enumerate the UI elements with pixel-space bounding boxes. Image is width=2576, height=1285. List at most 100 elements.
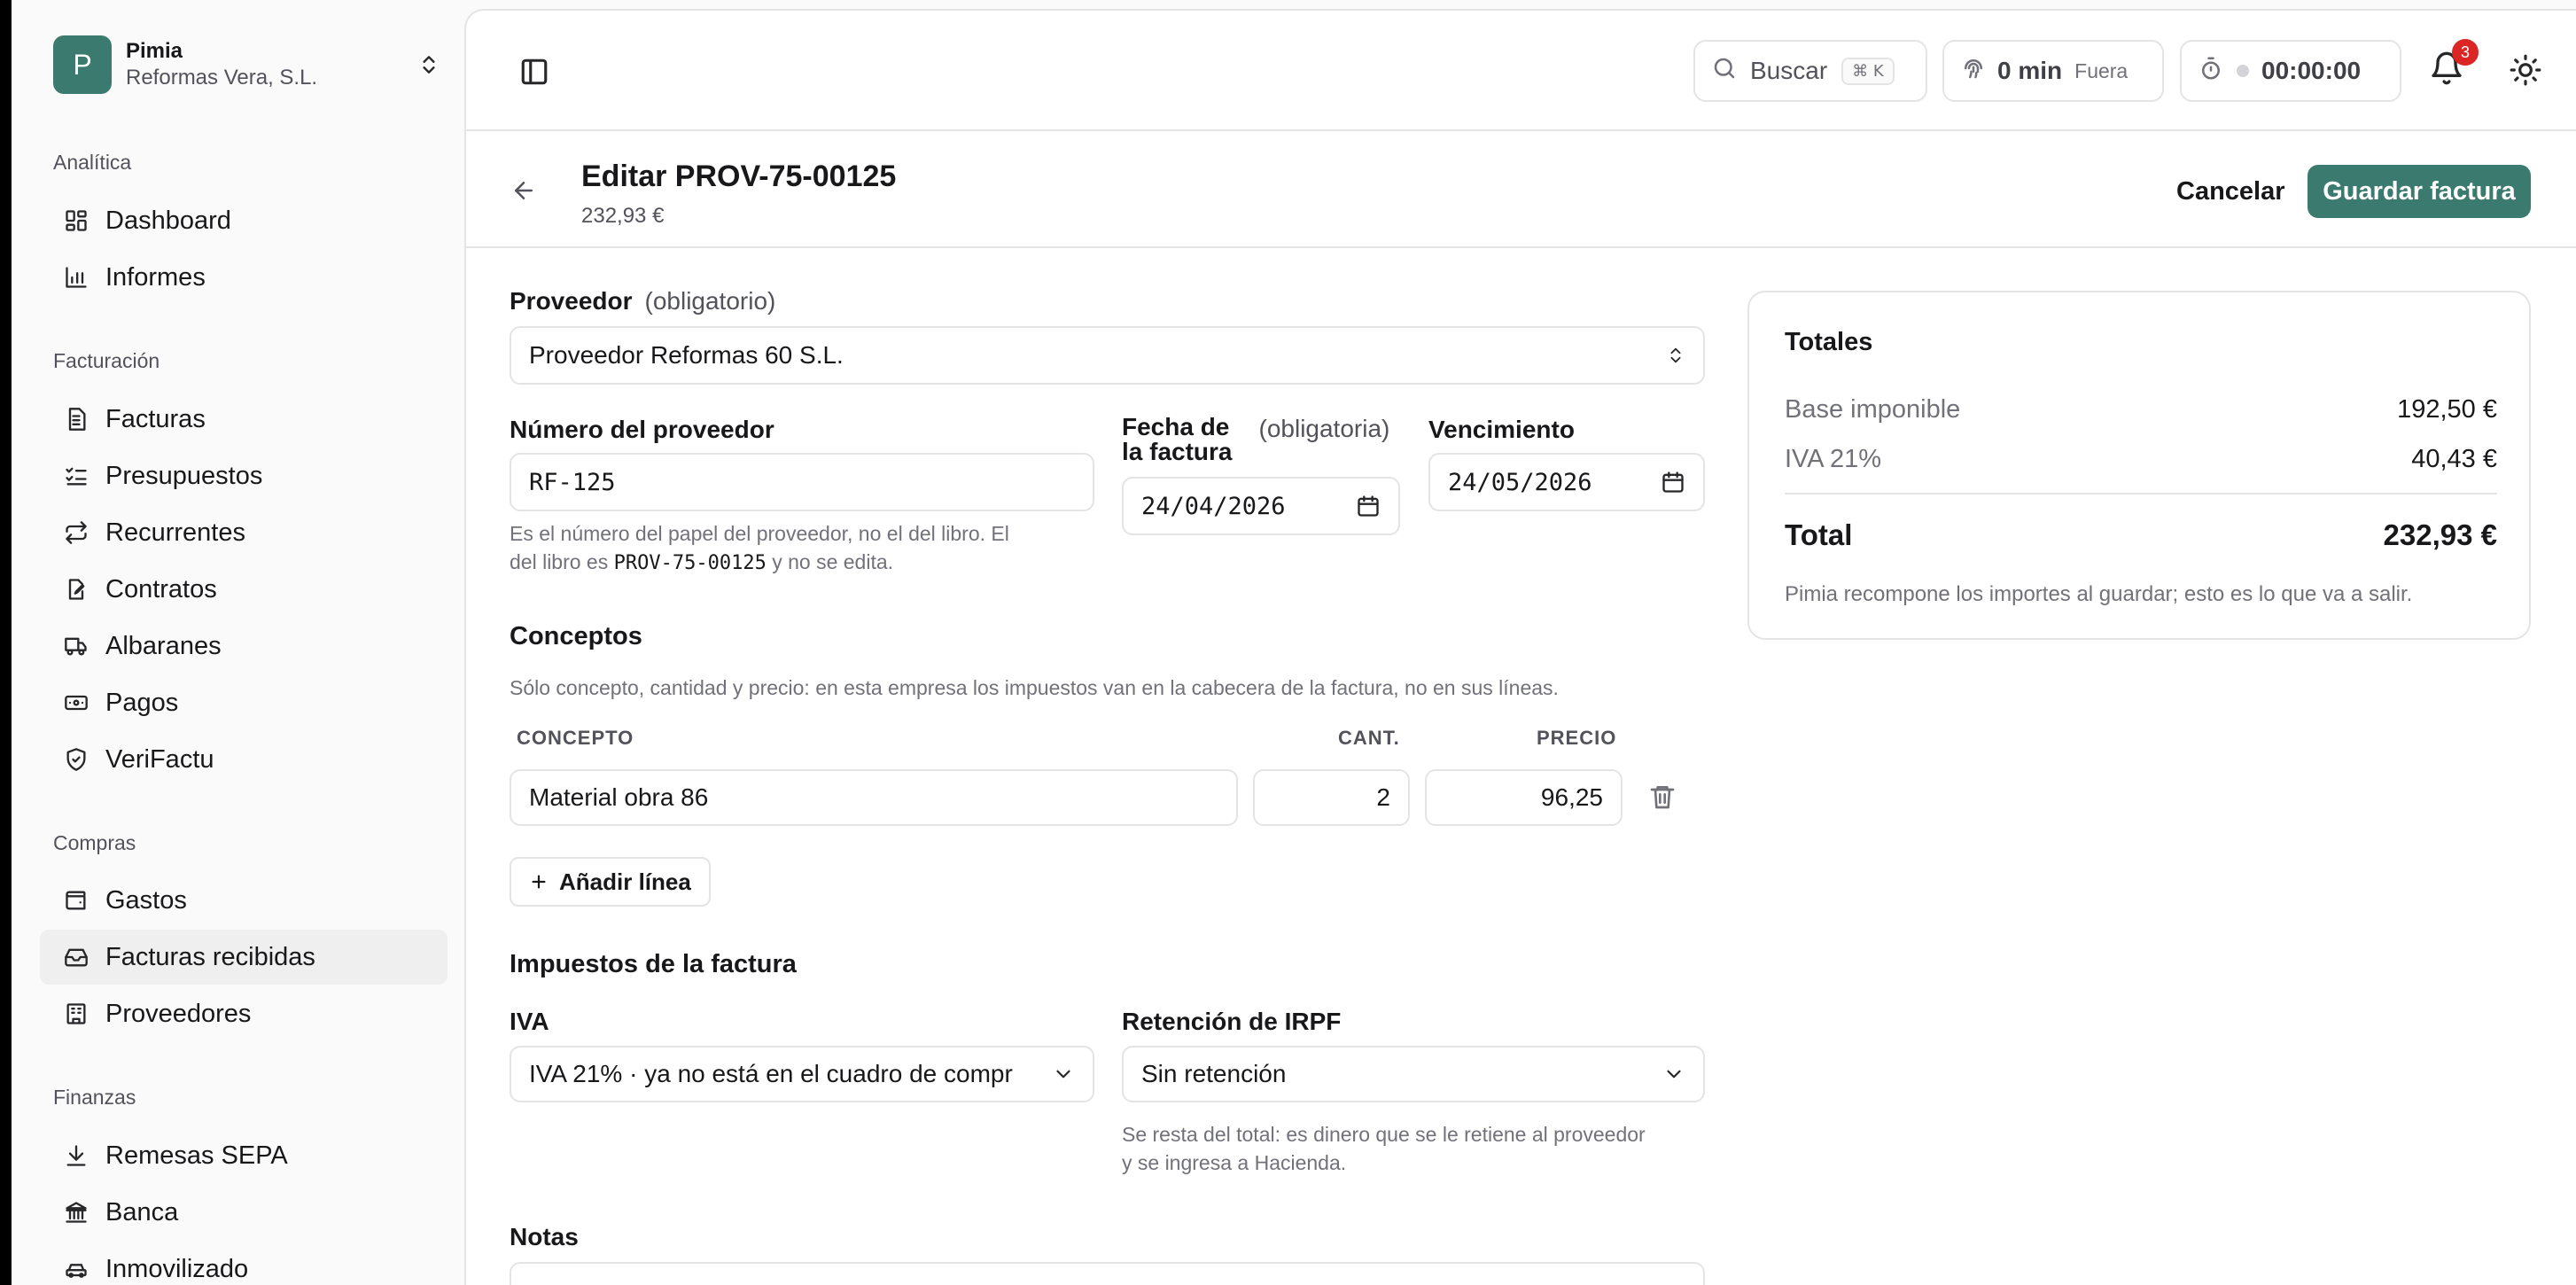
arrow-left-icon: [515, 182, 533, 199]
sidebar-item-facturas[interactable]: Facturas: [40, 392, 447, 447]
repeat-icon: [63, 519, 89, 546]
notes-textarea[interactable]: [510, 1262, 1705, 1285]
topbar: Buscar ⌘ K 0 min Fuera 00:00:00 3: [466, 11, 2576, 131]
irpf-help-line-1: Se resta del total: es dinero que se le …: [1122, 1123, 1646, 1146]
sidebar-item-contratos[interactable]: Contratos: [40, 562, 447, 617]
sidebar-item-label: Proveedores: [105, 999, 252, 1028]
sidebar-item-label: Remesas SEPA: [105, 1141, 288, 1170]
org-switcher[interactable]: P Pimia Reformas Vera, S.L.: [53, 35, 443, 94]
supplier-number-help-line-2: del libro es: [510, 550, 609, 573]
supplier-number-help: Es el número del papel del proveedor, no…: [510, 519, 1094, 578]
truck-icon: [63, 633, 89, 659]
totals-base-value: 192,50 €: [2397, 395, 2497, 424]
col-qty-header-visible: CANT.: [1338, 727, 1400, 749]
sidebar-item-label: Dashboard: [105, 206, 231, 235]
sidebar-item-label: Recurrentes: [105, 518, 245, 547]
sidebar-item-presupuestos[interactable]: Presupuestos: [40, 448, 447, 503]
invoice-date-label-line-2: la factura: [1122, 438, 1233, 465]
calendar-icon: [1356, 494, 1381, 518]
due-date-label: Vencimiento: [1428, 416, 1575, 443]
sidebar-item-albaranes[interactable]: Albaranes: [40, 619, 447, 674]
sidebar-item-label: Inmovilizado: [105, 1254, 249, 1283]
back-button[interactable]: [510, 177, 541, 207]
org-name: Pimia: [126, 39, 183, 63]
sidebar-item-remesas-sepa[interactable]: Remesas SEPA: [40, 1128, 447, 1183]
supplier-number-label: Número del proveedor: [510, 416, 774, 443]
inbox-icon: [63, 944, 89, 970]
totals-base-row: Base imponible 192,50 €: [1785, 395, 2497, 424]
search-shortcut: ⌘ K: [1841, 57, 1895, 85]
trash-icon: [1650, 786, 1675, 809]
delete-line-button[interactable]: [1648, 783, 1678, 813]
sidebar: P Pimia Reformas Vera, S.L. Analítica Da…: [12, 0, 465, 1285]
sidebar-item-label: Pagos: [105, 688, 179, 717]
irpf-help: Se resta del total: es dinero que se le …: [1122, 1120, 1707, 1177]
add-line-label: Añadir línea: [559, 868, 691, 895]
banknote-icon: [63, 689, 89, 716]
sidebar-item-label: Gastos: [105, 885, 187, 915]
sidebar-item-label: Informes: [105, 262, 206, 292]
sidebar-item-verifactu[interactable]: VeriFactu: [40, 732, 447, 787]
totals-iva-label: IVA 21%: [1785, 445, 1882, 473]
line-concept-input[interactable]: Material obra 86: [510, 769, 1238, 826]
org-avatar: P: [53, 35, 112, 94]
main-panel: Buscar ⌘ K 0 min Fuera 00:00:00 3 Editar…: [464, 9, 2576, 1285]
nav-group-facturacion: Facturación: [53, 349, 160, 372]
supplier-number-help-line-1: Es el número del papel del proveedor, no…: [510, 522, 1009, 545]
irpf-help-line-2: y se ingresa a Hacienda.: [1122, 1151, 1347, 1174]
sidebar-item-label: Albaranes: [105, 631, 222, 660]
totals-base-label: Base imponible: [1785, 395, 1961, 424]
building-icon: [63, 1001, 89, 1027]
line-qty-value: 2: [1376, 783, 1390, 811]
add-line-button[interactable]: Añadir línea: [510, 857, 711, 907]
car-icon: [63, 1256, 89, 1282]
totals-iva-row: IVA 21% 40,43 €: [1785, 445, 2497, 474]
attendance-button[interactable]: 0 min Fuera: [1942, 40, 2164, 102]
page-title: Editar PROV-75-00125: [581, 160, 897, 193]
line-qty-input[interactable]: 2: [1253, 769, 1410, 826]
sidebar-item-label: Facturas: [105, 404, 206, 433]
col-price-header: PRECIO: [1537, 727, 1617, 749]
sidebar-item-label: Banca: [105, 1197, 179, 1227]
search-label: Buscar: [1750, 57, 1828, 84]
supplier-number-help-line-3: y no se edita.: [772, 550, 894, 573]
search-button[interactable]: Buscar ⌘ K: [1693, 40, 1927, 102]
sidebar-item-banca[interactable]: Banca: [40, 1185, 447, 1240]
search-icon: [1711, 55, 1738, 88]
sidebar-item-gastos[interactable]: Gastos: [40, 873, 447, 928]
iva-value: IVA 21% · ya no está en el cuadro de com…: [529, 1060, 1013, 1087]
timer-button[interactable]: 00:00:00: [2180, 40, 2401, 102]
invoice-date-input[interactable]: 24/04/2026: [1122, 477, 1400, 535]
invoice-date-value: 24/04/2026: [1141, 492, 1286, 520]
sidebar-item-pagos[interactable]: Pagos: [40, 675, 447, 730]
cancel-button[interactable]: Cancelar: [2159, 165, 2303, 218]
totals-iva-value: 40,43 €: [2411, 445, 2497, 473]
window-edge: [0, 0, 12, 1285]
totals-total-label: Total: [1785, 518, 1853, 551]
irpf-select[interactable]: Sin retención: [1122, 1046, 1705, 1102]
org-company: Reformas Vera, S.L.: [126, 66, 318, 90]
line-price-input[interactable]: 96,25: [1425, 769, 1623, 826]
nav-group-analitica: Analítica: [53, 151, 132, 174]
iva-select[interactable]: IVA 21% · ya no está en el cuadro de com…: [510, 1046, 1094, 1102]
sidebar-item-proveedores[interactable]: Proveedores: [40, 986, 447, 1041]
save-invoice-button[interactable]: Guardar factura: [2308, 165, 2531, 218]
supplier-number-input[interactable]: RF-125: [510, 453, 1094, 511]
sidebar-item-recurrentes[interactable]: Recurrentes: [40, 505, 447, 560]
supplier-select[interactable]: Proveedor Reformas 60 S.L.: [510, 326, 1705, 385]
line-price-value: 96,25: [1540, 783, 1603, 811]
due-date-input[interactable]: 24/05/2026: [1428, 453, 1705, 511]
theme-toggle-button[interactable]: [2509, 53, 2544, 89]
taxes-title: Impuestos de la factura: [510, 950, 797, 978]
sidebar-item-facturas-recibidas[interactable]: Facturas recibidas: [40, 930, 447, 985]
file-signature-icon: [63, 576, 89, 603]
panel-toggle-button[interactable]: [519, 57, 551, 89]
wallet-icon: [63, 887, 89, 914]
sidebar-item-informes[interactable]: Informes: [40, 250, 447, 305]
nav-group-finanzas: Finanzas: [53, 1086, 136, 1109]
supplier-required: (obligatorio): [644, 287, 776, 315]
sidebar-item-dashboard[interactable]: Dashboard: [40, 193, 447, 248]
sidebar-item-inmovilizado[interactable]: Inmovilizado: [40, 1242, 447, 1285]
landmark-icon: [63, 1199, 89, 1226]
bar-chart-icon: [63, 264, 89, 291]
